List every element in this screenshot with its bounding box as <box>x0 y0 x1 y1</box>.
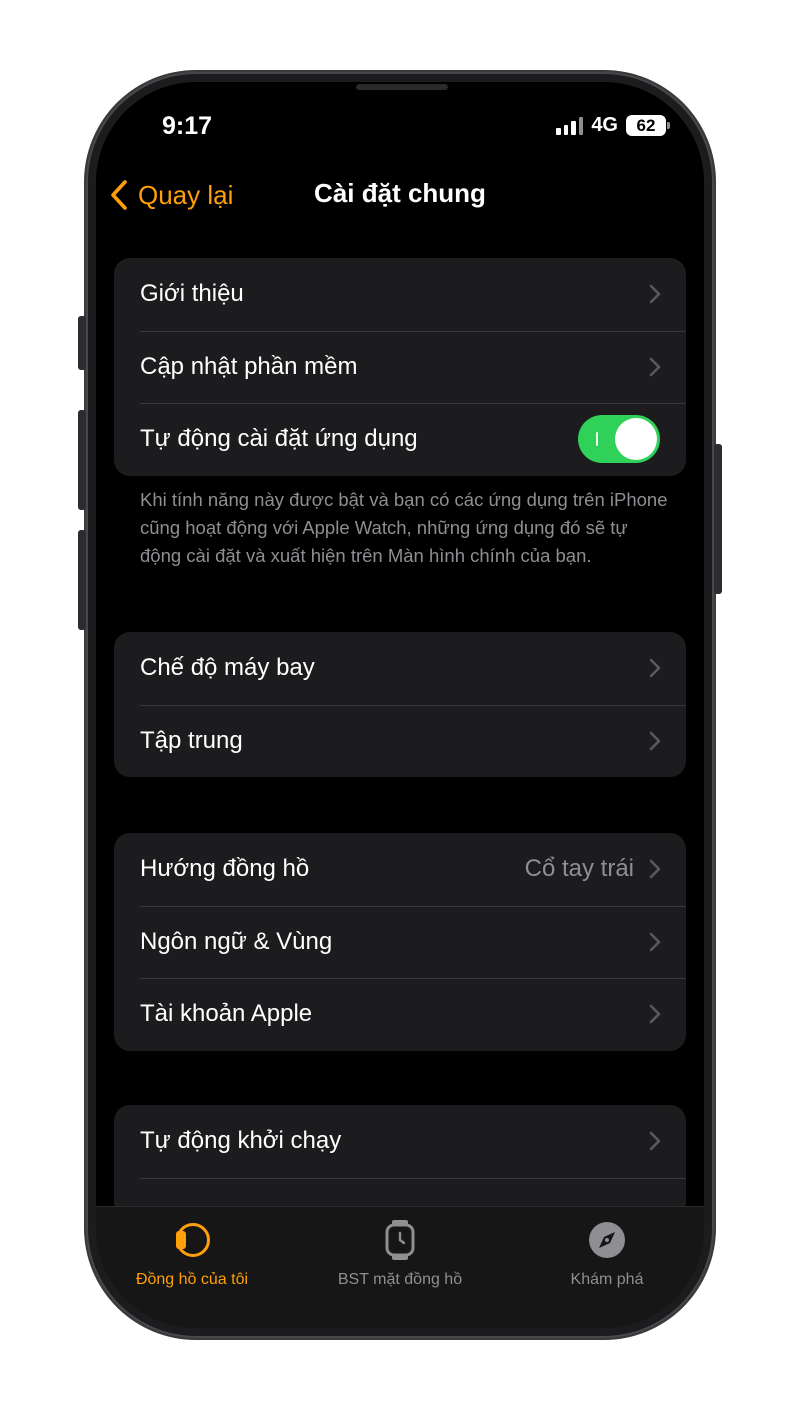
chevron-right-icon <box>648 357 662 377</box>
row-about[interactable]: Giới thiệu <box>114 258 686 331</box>
chevron-right-icon <box>648 284 662 304</box>
row-language-region[interactable]: Ngôn ngữ & Vùng <box>114 905 686 979</box>
row-label: Tài khoản Apple <box>140 1000 313 1028</box>
side-button <box>714 444 722 594</box>
row-airplane-mode[interactable]: Chế độ máy bay <box>114 632 686 705</box>
row-label: Cập nhật phần mềm <box>140 352 358 380</box>
network-type: 4G <box>591 114 618 136</box>
row-label: Giới thiệu <box>140 280 244 308</box>
tab-label: BST mặt đồng hồ <box>337 1271 463 1288</box>
watch-face-icon <box>300 1217 500 1263</box>
row-value: Cổ tay trái <box>524 855 634 883</box>
cellular-signal-icon <box>556 116 584 135</box>
row-auto-launch[interactable]: Tự động khởi chạy <box>114 1105 686 1178</box>
row-apple-account[interactable]: Tài khoản Apple <box>114 978 686 1051</box>
speaker-notch <box>356 84 448 90</box>
settings-group-device: Hướng đồng hồ Cổ tay trái Ngôn ngữ & Vùn… <box>114 833 686 1051</box>
row-label: Chế độ máy bay <box>140 654 315 682</box>
screen: 9:17 4G 62 Quay lại Cài đặt chung Giới t… <box>96 82 704 1328</box>
settings-group-general: Giới thiệu Cập nhật phần mềm Tự động cài… <box>114 258 686 476</box>
mute-switch <box>78 316 86 370</box>
row-software-update[interactable]: Cập nhật phần mềm <box>114 330 686 404</box>
volume-down-button <box>78 530 86 630</box>
battery-icon: 62 <box>626 115 670 136</box>
row-label: Ngôn ngữ & Vùng <box>140 927 333 955</box>
tab-my-watch[interactable]: Đồng hồ của tôi <box>96 1207 292 1289</box>
status-time: 9:17 <box>162 112 213 140</box>
row-label: Tự động cài đặt ứng dụng <box>140 425 418 453</box>
tab-label: Khám phá <box>570 1271 644 1288</box>
row-watch-orientation[interactable]: Hướng đồng hồ Cổ tay trái <box>114 833 686 906</box>
chevron-right-icon <box>648 859 662 879</box>
chevron-right-icon <box>648 731 662 751</box>
toggle-knob <box>615 418 657 461</box>
compass-icon <box>507 1217 704 1263</box>
battery-level: 62 <box>626 115 666 136</box>
auto-install-toggle[interactable] <box>578 415 660 464</box>
chevron-right-icon <box>648 658 662 678</box>
row-label: Tự động khởi chạy <box>140 1127 342 1155</box>
auto-install-footer-note: Khi tính năng này được bật và bạn có các… <box>140 489 668 566</box>
tab-discover[interactable]: Khám phá <box>507 1207 704 1289</box>
volume-up-button <box>78 410 86 510</box>
page-title: Cài đặt chung <box>314 178 486 208</box>
row-label: Tập trung <box>140 726 243 754</box>
row-auto-install-apps: Tự động cài đặt ứng dụng <box>114 403 686 476</box>
row-label: Hướng đồng hồ <box>140 855 310 883</box>
tab-bar: Đồng hồ của tôi BST mặt đồng hồ Khám phá <box>96 1206 704 1328</box>
row-focus[interactable]: Tập trung <box>114 704 686 778</box>
tab-label: Đồng hồ của tôi <box>135 1271 249 1288</box>
settings-group-modes: Chế độ máy bay Tập trung <box>114 632 686 777</box>
chevron-right-icon <box>648 932 662 952</box>
chevron-right-icon <box>648 1004 662 1024</box>
tab-face-gallery[interactable]: BST mặt đồng hồ <box>300 1207 500 1289</box>
status-indicators: 4G 62 <box>556 114 670 137</box>
watch-icon <box>96 1217 292 1263</box>
chevron-right-icon <box>648 1131 662 1151</box>
